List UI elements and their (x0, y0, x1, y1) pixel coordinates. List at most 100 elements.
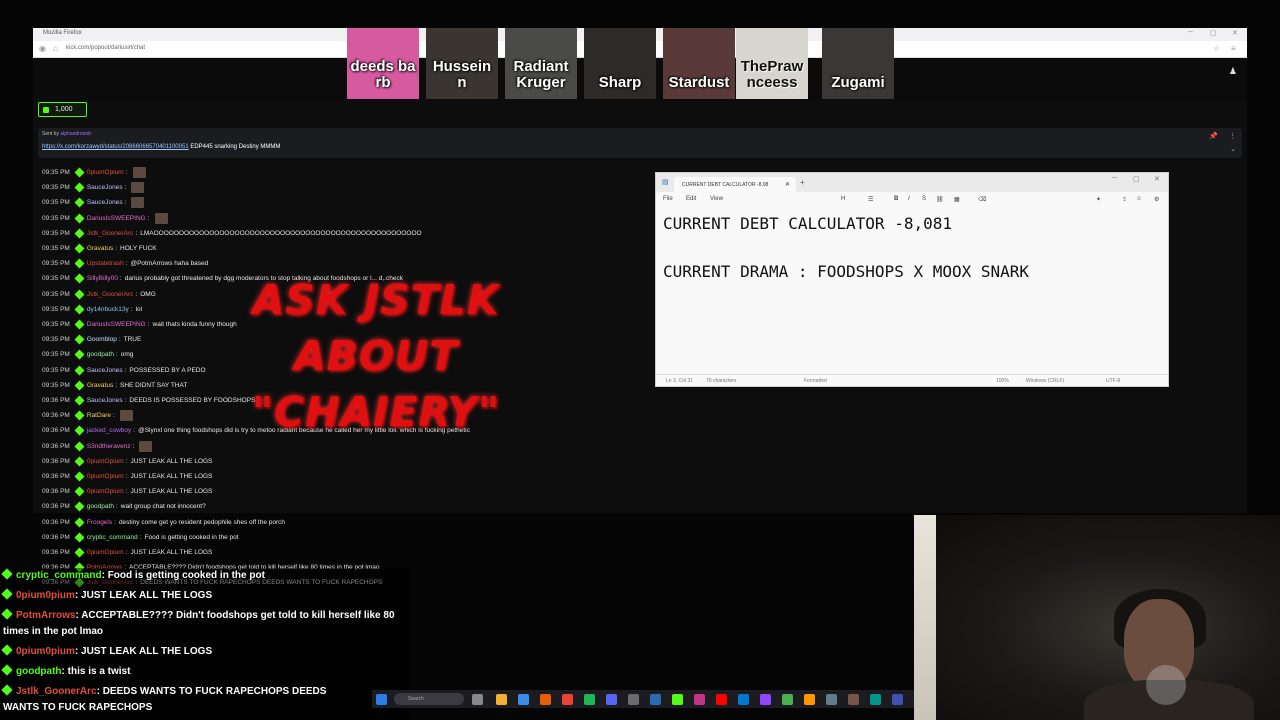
chat-message[interactable]: 09:35 PM Jstk_GoonerArc: OMG (42, 288, 156, 301)
kick-icon[interactable] (672, 694, 683, 705)
maximize-icon[interactable]: ▢ (1210, 29, 1217, 37)
message-username[interactable]: DariusIsSWEEPING (87, 215, 146, 222)
message-username[interactable]: Jstk_GoonerArc (87, 230, 134, 237)
obs-icon[interactable] (628, 694, 639, 705)
strikethrough-icon[interactable]: S (922, 196, 926, 202)
explorer-icon[interactable] (496, 694, 507, 705)
heading-icon[interactable]: H (841, 196, 845, 202)
chat-message[interactable]: 09:36 PM Froogels: destiny come get yo res… (42, 516, 285, 529)
chat-message[interactable]: 09:35 PM SauceJones: (42, 196, 145, 209)
share-icon[interactable]: ⇪ (1122, 196, 1127, 203)
menu-icon[interactable]: ≡ (1231, 44, 1236, 53)
spotify-icon[interactable] (584, 694, 595, 705)
chat-message[interactable]: 09:35 PM dy14nbuck13y: lol (42, 303, 142, 316)
chat-message[interactable]: 09:36 PM 0piumOpium: JUST LEAK ALL THE LOG… (42, 470, 212, 483)
account-icon[interactable]: ☺ (1136, 196, 1142, 202)
pinned-link[interactable]: https://x.com/korzawyd/status/2086606657… (42, 144, 189, 150)
chat-message[interactable]: 09:35 PM Gravatus: HOLY FUCK (42, 242, 157, 255)
twitch-icon[interactable] (760, 694, 771, 705)
user-icon[interactable]: ♟ (1229, 66, 1237, 77)
notepad-taskbar-icon[interactable] (650, 694, 661, 705)
gift-badge[interactable]: 1,000 (38, 102, 87, 117)
chat-message[interactable]: 09:36 PM goodpath: wait group chat not inn… (42, 500, 206, 513)
chat-message[interactable]: 09:35 PM 0piumOpium: (42, 166, 146, 179)
shield-icon[interactable]: ◉ (39, 44, 46, 53)
more-icon[interactable]: ⋮ (1229, 132, 1236, 140)
minimize-icon[interactable]: ─ (1188, 29, 1193, 36)
notepad-content[interactable]: CURRENT DEBT CALCULATOR -8,081 CURRENT D… (663, 214, 1029, 310)
youtube-icon[interactable] (716, 694, 727, 705)
message-username[interactable]: SauceJones (87, 397, 123, 404)
url-text[interactable]: kick.com/popout/dariusirl/chat (66, 45, 145, 51)
message-username[interactable]: Upstatetrash (87, 260, 124, 267)
settings-icon[interactable]: ⚙ (1154, 196, 1159, 203)
task-view-icon[interactable] (472, 694, 483, 705)
message-username[interactable]: jacked_cowboy (87, 427, 131, 434)
table-icon[interactable]: ▦ (954, 196, 960, 203)
message-username[interactable]: Goomblop (87, 336, 117, 343)
message-username[interactable]: goodpath (87, 351, 114, 358)
stream-thumbnail[interactable]: Husseinn (426, 28, 498, 99)
message-username[interactable]: Gravatus (87, 382, 113, 389)
pin-icon[interactable]: 📌 (1209, 132, 1218, 140)
message-username[interactable]: cryptic_command (87, 534, 138, 541)
message-username[interactable]: Froogels (87, 519, 112, 526)
start-icon[interactable] (376, 694, 387, 705)
bookmark-star-icon[interactable]: ☆ (1213, 44, 1220, 53)
new-tab-icon[interactable]: + (800, 178, 805, 187)
copilot-icon[interactable]: ✦ (1096, 196, 1101, 203)
stream-thumbnail[interactable]: Radiant Kruger (505, 28, 577, 99)
edge-icon[interactable] (518, 694, 529, 705)
message-username[interactable]: SauceJones (87, 199, 123, 206)
app7-icon[interactable] (892, 694, 903, 705)
stream-thumbnail[interactable]: Stardust (663, 28, 735, 99)
list-icon[interactable]: ☰ (868, 196, 873, 203)
taskbar-search[interactable]: Search (394, 693, 464, 705)
chat-message[interactable]: 09:36 PM 0piumOpium: JUST LEAK ALL THE LOG… (42, 546, 212, 559)
message-username[interactable]: 0piumOpium (87, 488, 124, 495)
app3-icon[interactable] (804, 694, 815, 705)
pinned-message[interactable]: Sent by alphandrnoob https://x.com/korza… (38, 128, 1242, 158)
message-username[interactable]: SauceJones (87, 184, 123, 191)
chat-message[interactable]: 09:36 PM SauceJones: DEEDS IS POSSESSED BY… (42, 394, 255, 407)
lock-icon[interactable]: ⌂ (53, 44, 58, 53)
chat-message[interactable]: 09:35 PM Gravatus: SHE DIDNT SAY THAT (42, 379, 187, 392)
menu-view[interactable]: View (710, 196, 723, 202)
firefox-icon[interactable] (540, 694, 551, 705)
chevron-down-icon[interactable]: ⌄ (1230, 145, 1236, 153)
app6-icon[interactable] (870, 694, 881, 705)
message-username[interactable]: Jstk_GoonerArc (87, 291, 134, 298)
clear-format-icon[interactable]: ⌫ (978, 196, 986, 203)
message-username[interactable]: dy14nbuck13y (87, 306, 129, 313)
bold-icon[interactable]: B (894, 196, 898, 202)
chat-message[interactable]: 09:36 PM S3ndtheravenz: (42, 440, 153, 453)
message-username[interactable]: S3ndtheravenz (87, 443, 131, 450)
chrome-icon[interactable] (562, 694, 573, 705)
np-close-icon[interactable]: ✕ (1154, 175, 1160, 183)
message-username[interactable]: 0piumOpium (87, 549, 124, 556)
chat-message[interactable]: 09:35 PM Jstk_GoonerArc: LMAOOOOOOOOOOOOOO… (42, 227, 422, 240)
app4-icon[interactable] (826, 694, 837, 705)
stream-thumbnail[interactable]: Sharp (584, 28, 656, 99)
chat-message[interactable]: 09:36 PM 0piumOpium: JUST LEAK ALL THE LOG… (42, 455, 212, 468)
chat-message[interactable]: 09:35 PM Upstatetrash: @PotmArrows haha ba… (42, 257, 208, 270)
italic-icon[interactable]: I (908, 196, 910, 202)
menu-edit[interactable]: Edit (686, 196, 696, 202)
chat-message[interactable]: 09:35 PM SauceJones: (42, 181, 145, 194)
app-icon[interactable] (694, 694, 705, 705)
stream-thumbnail[interactable]: Zugami (822, 28, 894, 99)
chat-message[interactable]: 09:36 PM RatDare: (42, 409, 133, 422)
app2-icon[interactable] (782, 694, 793, 705)
chat-message[interactable]: 09:35 PM SauceJones: POSSESSED BY A PEDO (42, 364, 206, 377)
chat-message[interactable]: 09:35 PM goodpath: omg (42, 348, 133, 361)
message-username[interactable]: DariusIsSWEEPING (87, 321, 146, 328)
discord-icon[interactable] (606, 694, 617, 705)
menu-file[interactable]: File (663, 196, 673, 202)
np-maximize-icon[interactable]: ▢ (1133, 175, 1140, 183)
chat-message[interactable]: 09:35 PM DariusIsSWEEPING: wait thats kind… (42, 318, 237, 331)
chat-message[interactable]: 09:35 PM DariusIsSWEEPING: (42, 212, 168, 225)
stream-thumbnail[interactable]: ThePrawnceess (736, 28, 808, 99)
chat-message[interactable]: 09:36 PM 0piumOpium: JUST LEAK ALL THE LOG… (42, 485, 212, 498)
message-username[interactable]: Gravatus (87, 245, 113, 252)
close-icon[interactable]: ✕ (1232, 29, 1238, 37)
